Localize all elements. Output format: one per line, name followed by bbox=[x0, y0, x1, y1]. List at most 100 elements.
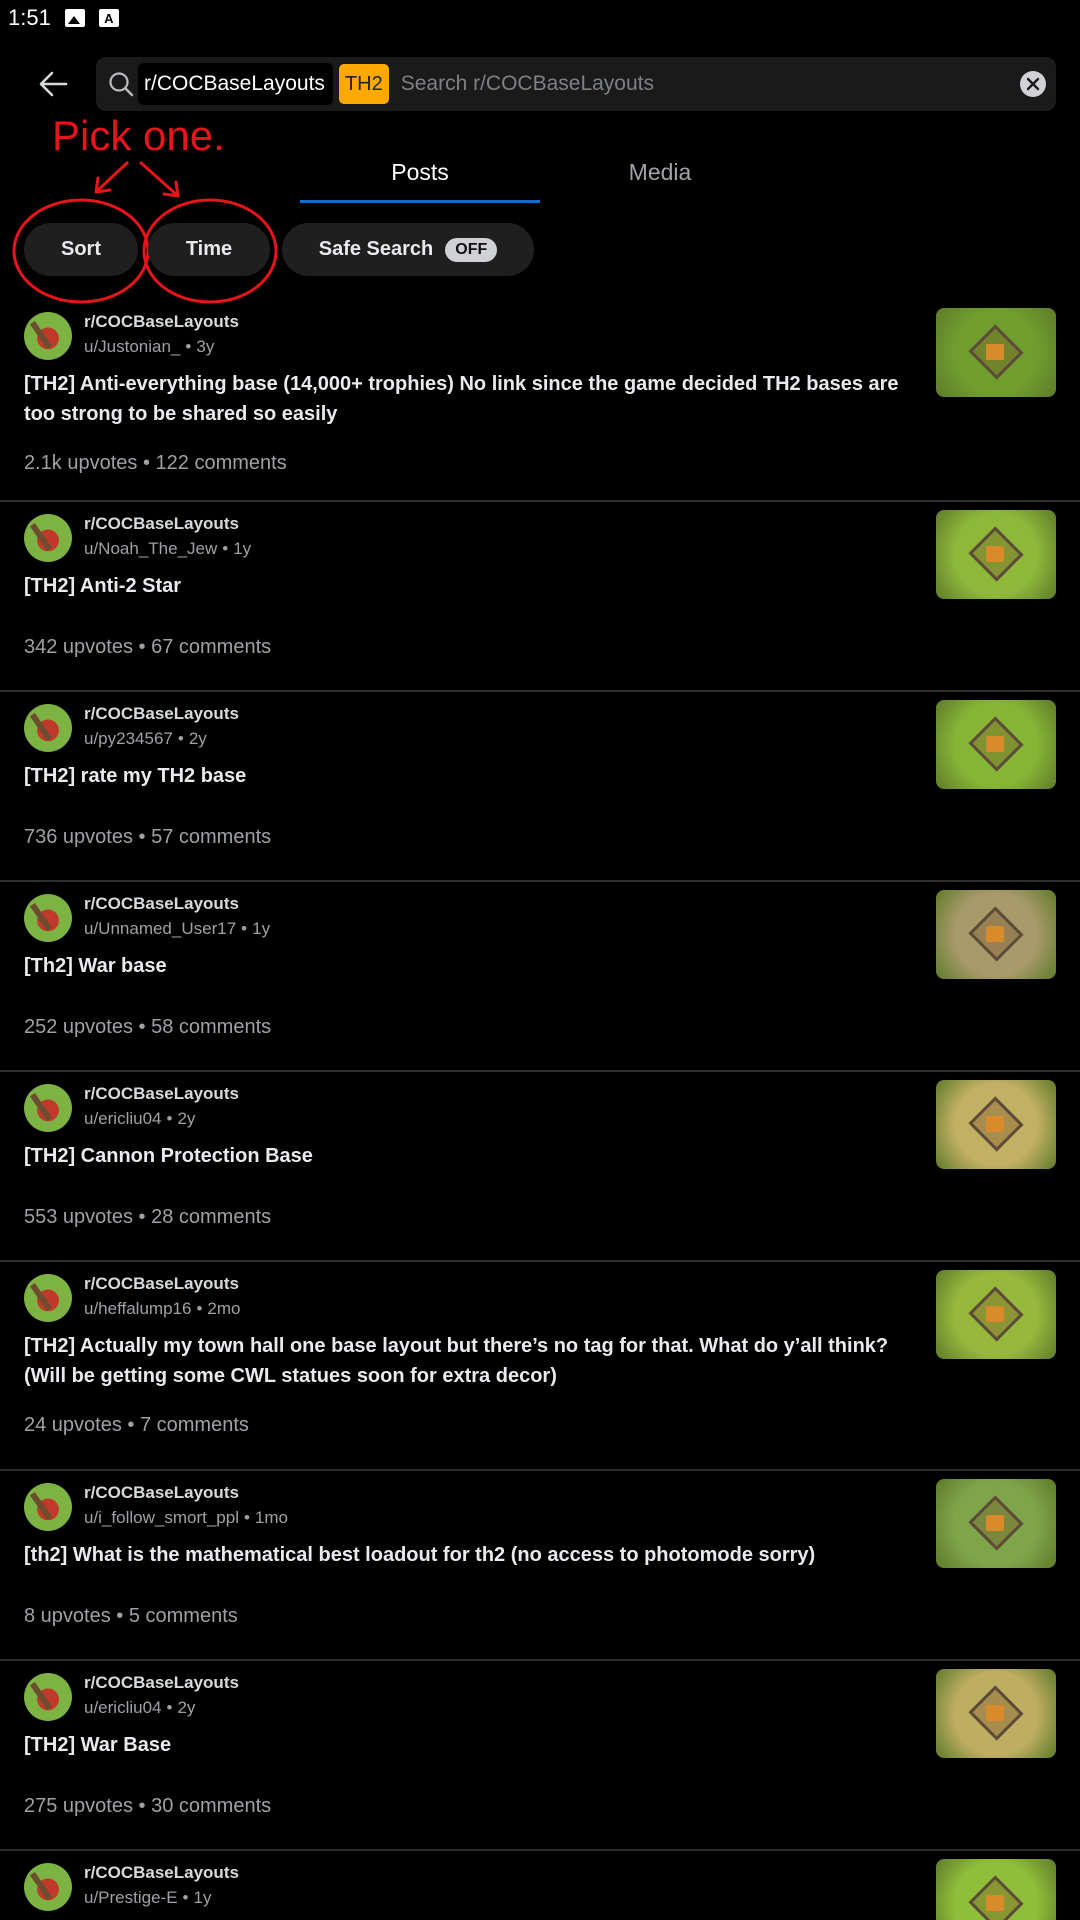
separator-dot: • bbox=[177, 729, 184, 748]
post-stats: 275 upvotes • 30 comments bbox=[24, 1795, 272, 1817]
post-thumbnail[interactable] bbox=[936, 1669, 1056, 1758]
post-title[interactable]: [TH2] Cannon Protection Base bbox=[24, 1141, 904, 1171]
time-button[interactable]: Time bbox=[148, 223, 270, 276]
subreddit-avatar[interactable] bbox=[24, 894, 72, 942]
separator-dot: • bbox=[241, 919, 248, 938]
subreddit-chip[interactable]: r/COCBaseLayouts bbox=[138, 63, 333, 105]
post-author[interactable]: u/heffalump16 bbox=[84, 1299, 191, 1318]
post-subreddit[interactable]: r/COCBaseLayouts bbox=[84, 1274, 239, 1294]
clear-search-button[interactable] bbox=[1020, 71, 1046, 97]
post-author-line: u/i_follow_smort_ppl • 1mo bbox=[84, 1508, 288, 1528]
post-age: 2mo bbox=[207, 1299, 241, 1318]
post-author-line: u/ericliu04 • 2y bbox=[84, 1698, 195, 1718]
tab-media[interactable]: Media bbox=[540, 148, 780, 203]
tab-posts[interactable]: Posts bbox=[300, 148, 540, 203]
thumbnail-town-hall bbox=[986, 1116, 1004, 1132]
back-arrow-icon[interactable] bbox=[36, 66, 72, 102]
post-item[interactable]: r/COCBaseLayouts u/Justonian_ • 3y [TH2] Ant… bbox=[0, 300, 1080, 502]
post-item[interactable]: r/COCBaseLayouts u/heffalump16 • 2mo [TH2] A… bbox=[0, 1262, 1080, 1471]
post-thumbnail[interactable] bbox=[936, 1479, 1056, 1568]
separator-dot: • bbox=[185, 337, 192, 356]
post-author[interactable]: u/Justonian_ bbox=[84, 337, 180, 356]
post-item[interactable]: r/COCBaseLayouts u/Noah_The_Jew • 1y [TH2] A… bbox=[0, 502, 1080, 692]
subreddit-avatar[interactable] bbox=[24, 1274, 72, 1322]
post-thumbnail[interactable] bbox=[936, 308, 1056, 397]
post-title[interactable]: [TH2] Actually my town hall one base lay… bbox=[24, 1331, 904, 1391]
post-author[interactable]: u/Unnamed_User17 bbox=[84, 919, 236, 938]
flair-chip[interactable]: TH2 bbox=[338, 64, 389, 104]
post-item[interactable]: r/COCBaseLayouts u/ericliu04 • 2y [TH2] War … bbox=[0, 1661, 1080, 1851]
search-bar[interactable]: r/COCBaseLayouts TH2 bbox=[96, 57, 1056, 111]
post-stats: 8 upvotes • 5 comments bbox=[24, 1605, 238, 1627]
separator-dot: • bbox=[222, 539, 229, 558]
search-input[interactable] bbox=[400, 72, 1020, 96]
post-subreddit[interactable]: r/COCBaseLayouts bbox=[84, 894, 239, 914]
separator-dot: • bbox=[166, 1698, 173, 1717]
post-age: 2y bbox=[188, 729, 207, 748]
post-subreddit[interactable]: r/COCBaseLayouts bbox=[84, 1084, 239, 1104]
post-title[interactable]: [TH2] Anti-2 Star bbox=[24, 571, 904, 601]
post-title[interactable]: [TH2] Anti-everything base (14,000+ trop… bbox=[24, 369, 904, 429]
thumbnail-town-hall bbox=[986, 736, 1004, 752]
sort-button[interactable]: Sort bbox=[24, 223, 138, 276]
post-author[interactable]: u/Prestige-E bbox=[84, 1888, 178, 1907]
post-author[interactable]: u/Noah_The_Jew bbox=[84, 539, 217, 558]
close-icon bbox=[1026, 77, 1040, 91]
post-subreddit[interactable]: r/COCBaseLayouts bbox=[84, 312, 239, 332]
post-title[interactable]: [th2] What is the mathematical best load… bbox=[24, 1540, 904, 1570]
post-stats: 342 upvotes • 67 comments bbox=[24, 636, 272, 658]
post-thumbnail[interactable] bbox=[936, 510, 1056, 599]
post-title[interactable]: [Th2] War base bbox=[24, 951, 904, 981]
post-author-line: u/Unnamed_User17 • 1y bbox=[84, 919, 270, 939]
post-subreddit[interactable]: r/COCBaseLayouts bbox=[84, 704, 239, 724]
post-thumbnail[interactable] bbox=[936, 890, 1056, 979]
subreddit-avatar[interactable] bbox=[24, 312, 72, 360]
post-author-line: u/heffalump16 • 2mo bbox=[84, 1299, 240, 1319]
post-item[interactable]: r/COCBaseLayouts u/ericliu04 • 2y [TH2] Cann… bbox=[0, 1072, 1080, 1262]
post-author[interactable]: u/i_follow_smort_ppl bbox=[84, 1508, 239, 1527]
post-item[interactable]: r/COCBaseLayouts u/i_follow_smort_ppl • 1mo… bbox=[0, 1471, 1080, 1661]
safe-search-toggle[interactable]: Safe Search OFF bbox=[282, 223, 534, 276]
post-author-line: u/Prestige-E • 1y bbox=[84, 1888, 211, 1908]
annotation-text: Pick one. bbox=[52, 112, 225, 159]
gallery-icon bbox=[64, 9, 85, 27]
post-thumbnail[interactable] bbox=[936, 1859, 1056, 1920]
post-item[interactable]: r/COCBaseLayouts u/Unnamed_User17 • 1y [Th2]… bbox=[0, 882, 1080, 1072]
post-list: r/COCBaseLayouts u/Justonian_ • 3y [TH2] Ant… bbox=[0, 300, 1080, 1920]
post-author[interactable]: u/py234567 bbox=[84, 729, 173, 748]
post-subreddit[interactable]: r/COCBaseLayouts bbox=[84, 1863, 239, 1883]
post-subreddit[interactable]: r/COCBaseLayouts bbox=[84, 514, 239, 534]
post-age: 1y bbox=[233, 539, 252, 558]
separator-dot: • bbox=[182, 1888, 189, 1907]
font-icon: A bbox=[98, 9, 119, 27]
post-title[interactable]: [TH2] War Base bbox=[24, 1730, 904, 1760]
post-subreddit[interactable]: r/COCBaseLayouts bbox=[84, 1673, 239, 1693]
post-author[interactable]: u/ericliu04 bbox=[84, 1109, 162, 1128]
subreddit-avatar[interactable] bbox=[24, 1673, 72, 1721]
subreddit-avatar[interactable] bbox=[24, 1483, 72, 1531]
post-item[interactable]: r/COCBaseLayouts u/py234567 • 2y [TH2] rate … bbox=[0, 692, 1080, 882]
thumbnail-town-hall bbox=[986, 546, 1004, 562]
post-age: 2y bbox=[177, 1109, 196, 1128]
thumbnail-town-hall bbox=[986, 1895, 1004, 1911]
subreddit-avatar[interactable] bbox=[24, 1863, 72, 1911]
subreddit-avatar[interactable] bbox=[24, 1084, 72, 1132]
post-author-line: u/Noah_The_Jew • 1y bbox=[84, 539, 251, 559]
post-subreddit[interactable]: r/COCBaseLayouts bbox=[84, 1483, 239, 1503]
status-time: 1:51 bbox=[8, 5, 51, 30]
thumbnail-town-hall bbox=[986, 1306, 1004, 1322]
post-thumbnail[interactable] bbox=[936, 1080, 1056, 1169]
post-author-line: u/Justonian_ • 3y bbox=[84, 337, 214, 357]
subreddit-avatar[interactable] bbox=[24, 704, 72, 752]
post-title[interactable]: [TH2] rate my TH2 base bbox=[24, 761, 904, 791]
post-author[interactable]: u/ericliu04 bbox=[84, 1698, 162, 1717]
post-stats: 736 upvotes • 57 comments bbox=[24, 826, 272, 848]
post-author-line: u/py234567 • 2y bbox=[84, 729, 207, 749]
post-stats: 2.1k upvotes • 122 comments bbox=[24, 452, 287, 474]
post-thumbnail[interactable] bbox=[936, 1270, 1056, 1359]
thumbnail-town-hall bbox=[986, 1705, 1004, 1721]
post-item[interactable]: r/COCBaseLayouts u/Prestige-E • 1y bbox=[0, 1851, 1080, 1920]
post-thumbnail[interactable] bbox=[936, 700, 1056, 789]
post-author-line: u/ericliu04 • 2y bbox=[84, 1109, 195, 1129]
subreddit-avatar[interactable] bbox=[24, 514, 72, 562]
